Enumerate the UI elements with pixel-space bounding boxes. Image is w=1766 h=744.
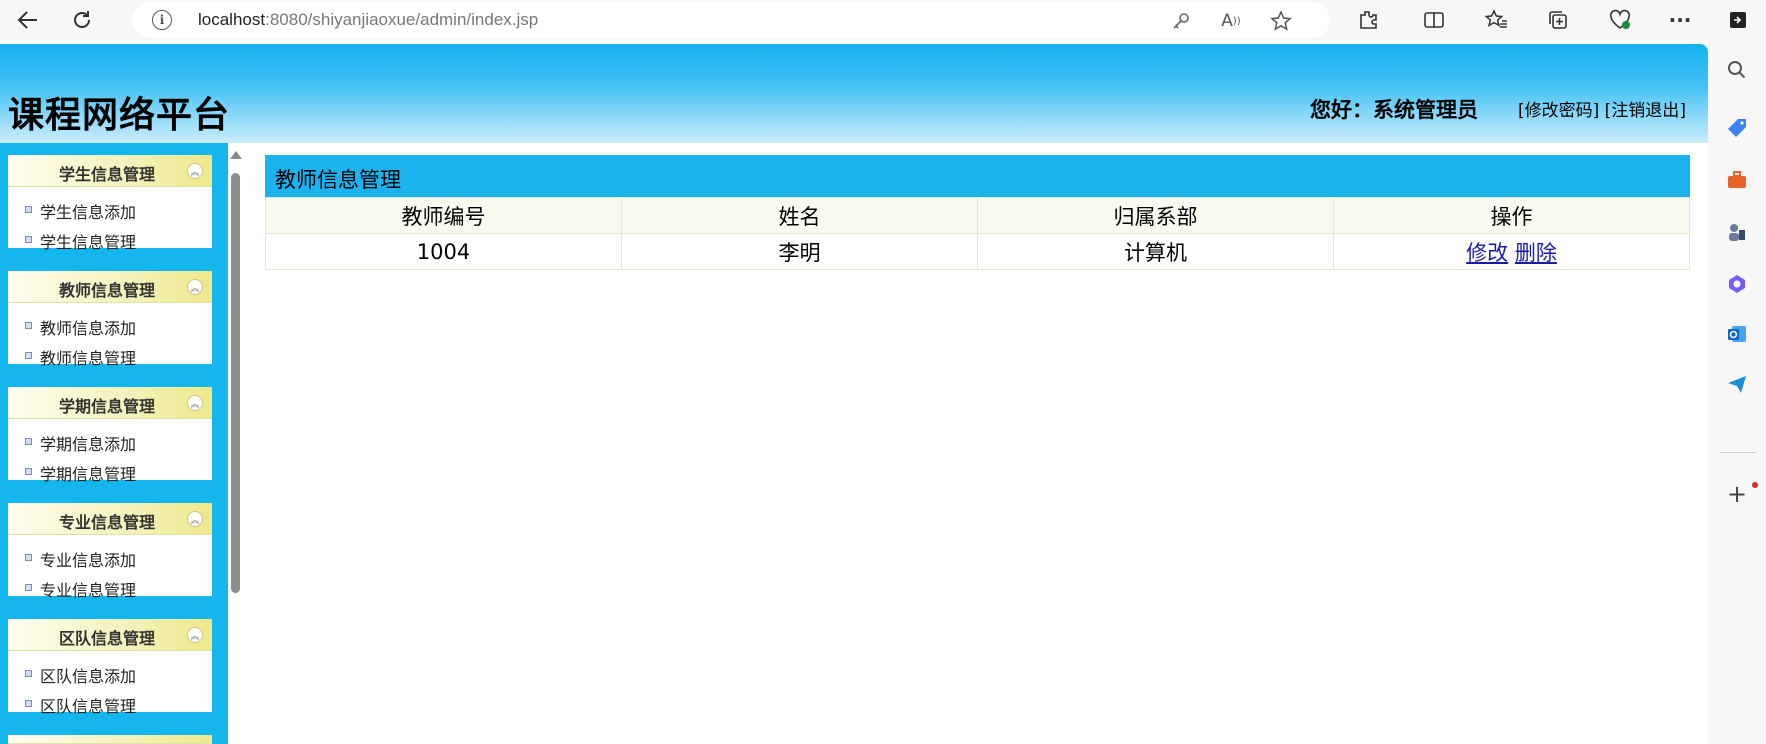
shopping-tag-icon[interactable] bbox=[1723, 114, 1751, 142]
menu-scrollbar[interactable] bbox=[228, 143, 243, 744]
column-header: 教师编号 bbox=[265, 197, 622, 234]
menu-item-squad-add[interactable]: 区队信息添加 bbox=[8, 659, 212, 689]
table-row: 1004 李明 计算机 修改 删除 bbox=[265, 233, 1690, 270]
tools-briefcase-icon[interactable] bbox=[1723, 166, 1751, 194]
menu-item-major-add[interactable]: 专业信息添加 bbox=[8, 543, 212, 573]
browser-essentials-icon[interactable] bbox=[1604, 4, 1636, 36]
microsoft-365-icon[interactable] bbox=[1723, 270, 1751, 298]
menu-group-title: 专业信息管理 bbox=[59, 513, 156, 532]
menu-item-term-add[interactable]: 学期信息添加 bbox=[8, 427, 212, 457]
bullet-icon bbox=[25, 584, 32, 591]
cell-teacher-name: 李明 bbox=[621, 233, 978, 270]
edit-link[interactable]: 修改 bbox=[1466, 241, 1508, 265]
header-links: [修改密码] [注销退出] bbox=[1518, 101, 1686, 121]
collapse-chevron-icon[interactable]: ︽ bbox=[187, 627, 203, 643]
bullet-icon bbox=[25, 236, 32, 243]
key-icon[interactable] bbox=[1168, 8, 1194, 34]
user-greeting: 您好：系统管理员 bbox=[1310, 98, 1478, 122]
column-header: 姓名 bbox=[621, 197, 978, 234]
menu-group-term: 学期信息管理 ︽ 学期信息添加 学期信息管理 bbox=[8, 387, 212, 484]
split-screen-icon[interactable] bbox=[1418, 4, 1450, 36]
menu-group-header[interactable]: 学期信息管理 ︽ bbox=[8, 387, 212, 419]
search-icon[interactable] bbox=[1723, 56, 1751, 84]
address-bar[interactable]: i localhost:8080/shiyanjiaoxue/admin/ind… bbox=[132, 2, 1330, 38]
collections-icon[interactable] bbox=[1542, 4, 1574, 36]
back-icon[interactable] bbox=[12, 4, 44, 36]
collapse-chevron-icon[interactable]: ︽ bbox=[187, 511, 203, 527]
menu-group-title: 学期信息管理 bbox=[59, 397, 156, 416]
menu-group-title: 教师信息管理 bbox=[59, 281, 156, 300]
menu-group-header[interactable]: 教师信息管理 ︽ bbox=[8, 271, 212, 303]
menu-group-title: 学生信息管理 bbox=[59, 165, 156, 184]
column-header: 操作 bbox=[1333, 197, 1690, 234]
menu-item-student-manage[interactable]: 学生信息管理 bbox=[8, 225, 212, 255]
menu-group-major: 专业信息管理 ︽ 专业信息添加 专业信息管理 bbox=[8, 503, 212, 600]
bullet-icon bbox=[25, 352, 32, 359]
bullet-icon bbox=[25, 700, 32, 707]
app-frame: 课程网络平台 您好：系统管理员 [修改密码] [注销退出] 学生信息管理 ︽ 学… bbox=[0, 44, 1708, 744]
add-icon[interactable]: + bbox=[1723, 480, 1751, 508]
collapse-chevron-icon[interactable]: ︽ bbox=[187, 279, 203, 295]
site-title: 课程网络平台 bbox=[8, 95, 231, 136]
favorites-icon[interactable] bbox=[1480, 4, 1512, 36]
bullet-icon bbox=[25, 206, 32, 213]
menu-group-squad: 区队信息管理 ︽ 区队信息添加 区队信息管理 bbox=[8, 619, 212, 716]
change-password-link[interactable]: 修改密码 bbox=[1525, 101, 1593, 121]
menu-item-teacher-add[interactable]: 教师信息添加 bbox=[8, 311, 212, 341]
sidebar-toggle-icon[interactable] bbox=[1722, 4, 1754, 36]
sidebar-divider bbox=[1720, 452, 1756, 453]
browser-sidebar: + bbox=[1708, 40, 1766, 744]
browser-toolbar: i localhost:8080/shiyanjiaoxue/admin/ind… bbox=[0, 0, 1766, 40]
cell-teacher-id: 1004 bbox=[265, 233, 622, 270]
site-info-icon[interactable]: i bbox=[152, 10, 172, 30]
teacher-table: 教师编号 姓名 归属系部 操作 1004 李明 计算机 修改 删除 bbox=[265, 197, 1690, 270]
bullet-icon bbox=[25, 468, 32, 475]
bullet-icon bbox=[25, 554, 32, 561]
bullet-icon bbox=[25, 438, 32, 445]
bullet-icon bbox=[25, 322, 32, 329]
favorite-star-icon[interactable] bbox=[1268, 8, 1294, 34]
menu-group-header[interactable] bbox=[8, 735, 212, 744]
table-header-row: 教师编号 姓名 归属系部 操作 bbox=[265, 197, 1690, 234]
menu-item-teacher-manage[interactable]: 教师信息管理 bbox=[8, 341, 212, 371]
menu-item-squad-manage[interactable]: 区队信息管理 bbox=[8, 689, 212, 719]
bullet-icon bbox=[25, 670, 32, 677]
read-aloud-icon[interactable]: A)) bbox=[1218, 8, 1244, 34]
collapse-chevron-icon[interactable]: ︽ bbox=[187, 163, 203, 179]
column-header: 归属系部 bbox=[977, 197, 1334, 234]
menu-item-term-manage[interactable]: 学期信息管理 bbox=[8, 457, 212, 487]
refresh-icon[interactable] bbox=[66, 4, 98, 36]
extensions-icon[interactable] bbox=[1352, 4, 1384, 36]
send-icon[interactable] bbox=[1723, 370, 1751, 398]
cell-actions: 修改 删除 bbox=[1333, 233, 1690, 270]
menu-item-student-add[interactable]: 学生信息添加 bbox=[8, 195, 212, 225]
menu-group-teacher: 教师信息管理 ︽ 教师信息添加 教师信息管理 bbox=[8, 271, 212, 368]
menu-group-header[interactable]: 区队信息管理 ︽ bbox=[8, 619, 212, 651]
scroll-up-arrow-icon[interactable] bbox=[230, 151, 242, 159]
more-options-icon[interactable]: ··· bbox=[1664, 4, 1696, 36]
outlook-icon[interactable] bbox=[1723, 320, 1751, 348]
menu-group-student: 学生信息管理 ︽ 学生信息添加 学生信息管理 bbox=[8, 155, 212, 252]
logout-link[interactable]: 注销退出 bbox=[1611, 101, 1679, 121]
menu-group-header[interactable]: 学生信息管理 ︽ bbox=[8, 155, 212, 187]
cell-teacher-dept: 计算机 bbox=[977, 233, 1334, 270]
menu-group-header[interactable]: 专业信息管理 ︽ bbox=[8, 503, 212, 535]
menu-item-major-manage[interactable]: 专业信息管理 bbox=[8, 573, 212, 603]
scrollbar-thumb[interactable] bbox=[231, 173, 240, 593]
notification-dot bbox=[1752, 482, 1758, 488]
menu-group-title: 区队信息管理 bbox=[59, 629, 156, 648]
panel-title: 教师信息管理 bbox=[265, 155, 1690, 197]
app-header: 课程网络平台 您好：系统管理员 [修改密码] [注销退出] bbox=[0, 44, 1708, 143]
url-text[interactable]: localhost:8080/shiyanjiaoxue/admin/index… bbox=[198, 10, 538, 30]
delete-link[interactable]: 删除 bbox=[1515, 241, 1557, 265]
games-icon[interactable] bbox=[1723, 218, 1751, 246]
collapse-chevron-icon[interactable]: ︽ bbox=[187, 395, 203, 411]
teacher-panel: 教师信息管理 教师编号 姓名 归属系部 操作 1004 李明 计算机 修改 删除 bbox=[265, 155, 1690, 270]
left-menu: 学生信息管理 ︽ 学生信息添加 学生信息管理 教师信息管理 ︽ 教师信息添加 教… bbox=[0, 143, 228, 744]
menu-group-partial bbox=[8, 735, 212, 744]
